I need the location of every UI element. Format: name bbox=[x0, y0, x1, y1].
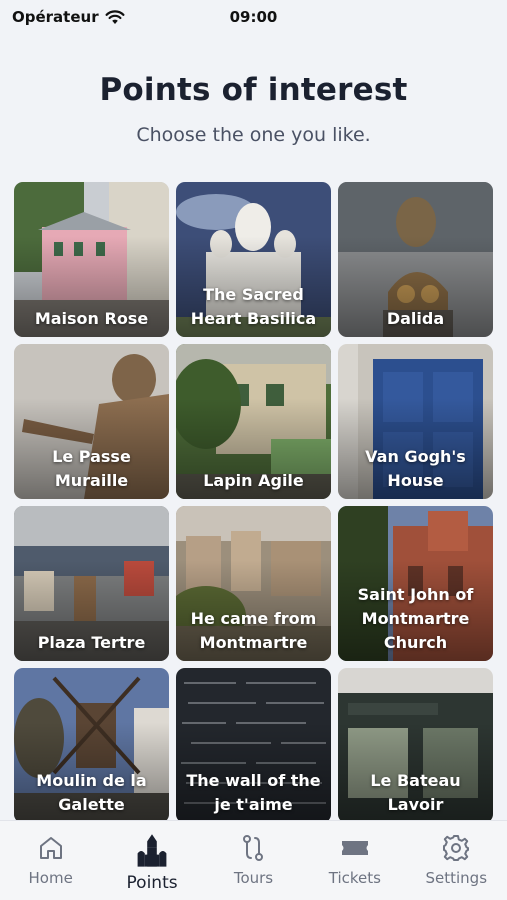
poi-card-label: Maison Rose bbox=[34, 309, 149, 328]
poi-card-plaza-tertre[interactable]: Plaza Tertre bbox=[14, 506, 169, 661]
poi-card-label: He came from Montmartre bbox=[190, 609, 317, 652]
page-title: Points of interest bbox=[99, 72, 408, 108]
poi-card-label: The Sacred Heart Basilica bbox=[190, 285, 317, 328]
tab-tours[interactable]: Tours bbox=[208, 833, 298, 887]
poi-card-montmartre[interactable]: He came from Montmartre bbox=[176, 506, 331, 661]
poi-card-lapin-agile[interactable]: Lapin Agile bbox=[176, 344, 331, 499]
poi-card-label: Plaza Tertre bbox=[37, 633, 146, 652]
poi-card-label: Lapin Agile bbox=[203, 471, 304, 490]
poi-card-dalida[interactable]: Dalida bbox=[338, 182, 493, 337]
poi-card-sacred-heart[interactable]: The Sacred Heart Basilica bbox=[176, 182, 331, 337]
tab-points-label: Points bbox=[126, 873, 178, 893]
poi-card-label: Dalida bbox=[386, 309, 445, 328]
poi-card-label: Moulin de la Galette bbox=[36, 771, 147, 814]
tab-settings-label: Settings bbox=[425, 869, 488, 887]
poi-card-wall-je-taime[interactable]: The wall of the je t'aime bbox=[176, 668, 331, 820]
tab-tickets[interactable]: Tickets bbox=[310, 833, 400, 887]
poi-card-bateau-lavoir[interactable]: Le Bateau Lavoir bbox=[338, 668, 493, 820]
carrier-group: Opérateur bbox=[12, 8, 125, 26]
tab-bar: Home Points Tours Tickets Settings bbox=[0, 820, 507, 900]
page-subtitle: Choose the one you like. bbox=[136, 124, 371, 146]
poi-card-van-gogh[interactable]: Van Gogh's House bbox=[338, 344, 493, 499]
poi-card-label: Saint John of Montmartre Church bbox=[357, 585, 474, 652]
poi-card-moulin[interactable]: Moulin de la Galette bbox=[14, 668, 169, 820]
route-icon bbox=[243, 835, 264, 861]
poi-card-passe-muraille[interactable]: Le Passe Muraille bbox=[14, 344, 169, 499]
carrier-name: Opérateur bbox=[12, 8, 99, 26]
wifi-icon bbox=[105, 9, 125, 24]
poi-card-maison-rose[interactable]: Maison Rose bbox=[14, 182, 169, 337]
home-icon bbox=[39, 837, 62, 859]
poi-card-label: Le Passe Muraille bbox=[52, 447, 131, 490]
points-grid: Maison Rose The Sacred Heart Basilica Da… bbox=[14, 182, 493, 820]
tab-settings[interactable]: Settings bbox=[411, 833, 501, 887]
points-grid-viewport[interactable]: Maison Rose The Sacred Heart Basilica Da… bbox=[0, 182, 507, 820]
clock: 09:00 bbox=[229, 8, 278, 26]
ticket-icon bbox=[341, 841, 368, 855]
tab-home-label: Home bbox=[28, 869, 73, 887]
tab-tours-label: Tours bbox=[233, 869, 274, 887]
tab-tickets-label: Tickets bbox=[328, 869, 381, 887]
poi-card-label: Van Gogh's House bbox=[365, 447, 466, 490]
poi-card-label: The wall of the je t'aime bbox=[186, 771, 321, 814]
poi-card-saint-john[interactable]: Saint John of Montmartre Church bbox=[338, 506, 493, 661]
status-bar: Opérateur 09:00 bbox=[0, 0, 507, 34]
poi-card-label: Le Bateau Lavoir bbox=[370, 771, 461, 814]
page-header: Points of interest Choose the one you li… bbox=[0, 72, 507, 146]
gear-icon bbox=[443, 835, 470, 861]
tab-home[interactable]: Home bbox=[6, 833, 96, 887]
tab-points[interactable]: Points bbox=[107, 833, 197, 893]
church-icon bbox=[137, 834, 167, 867]
